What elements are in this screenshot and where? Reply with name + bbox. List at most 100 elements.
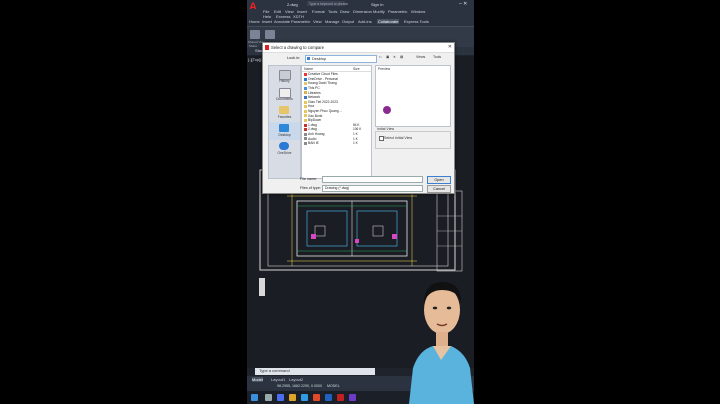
window-controls-icon[interactable]: – ✕ [459, 1, 467, 7]
menu-window[interactable]: Window [411, 9, 425, 14]
tab-express-tools[interactable]: Express Tools [404, 19, 429, 24]
libraries-icon [304, 91, 307, 95]
files-of-type-label: Files of type: [300, 186, 321, 190]
title-bar: A 2.dwg Type a keyword or phrase Sign In… [247, 0, 474, 13]
onedrive-icon [304, 77, 307, 81]
place-label: Documents [276, 97, 293, 101]
place-favorites[interactable]: Favorites [269, 104, 300, 122]
shared-view-icon[interactable] [250, 30, 260, 39]
tab-output[interactable]: Output [342, 19, 354, 24]
share-icon[interactable] [265, 30, 275, 39]
tab-manage[interactable]: Manage [325, 19, 339, 24]
place-documents[interactable]: Documents [269, 86, 300, 104]
presenter-video [409, 282, 474, 404]
open-button[interactable]: Open [427, 176, 451, 184]
look-in-select[interactable]: Desktop [305, 55, 377, 63]
desktop-icon [279, 124, 289, 132]
folder-icon [304, 109, 307, 113]
sign-in-link[interactable]: Sign In [371, 2, 383, 7]
chrome-icon[interactable] [313, 394, 320, 401]
place-desktop[interactable]: Desktop [269, 122, 300, 140]
place-history[interactable]: History [269, 68, 300, 86]
file-name-input[interactable] [322, 176, 423, 183]
menu-parametric[interactable]: Parametric [388, 9, 407, 14]
cancel-button[interactable]: Cancel [427, 185, 451, 193]
menu-draw[interactable]: Draw [340, 9, 349, 14]
preview-label: Preview [378, 67, 391, 71]
search-icon[interactable] [265, 394, 272, 401]
tab-layout2[interactable]: Layout2 [289, 377, 303, 382]
ribbon-tabs: Home Insert Annotate Parametric View Man… [247, 18, 474, 27]
tab-add-ins[interactable]: Add-ins [358, 19, 372, 24]
app-icon[interactable] [349, 394, 356, 401]
select-drawing-dialog: Select a drawing to compare ✕ Look in: D… [262, 42, 455, 194]
files-of-type-select[interactable]: Drawing (*.dwg) [322, 185, 423, 192]
tab-collaborate[interactable]: Collaborate [377, 19, 400, 24]
folder-icon [304, 114, 307, 118]
dialog-title-bar: Select a drawing to compare ✕ [263, 43, 454, 53]
shortcut-icon [304, 132, 307, 136]
file-list: Name Size Creative Cloud Files OneDrive … [301, 65, 372, 179]
back-icon[interactable]: ⇦ [379, 55, 382, 59]
menu-modify[interactable]: Modify [373, 9, 385, 14]
desktop-folder-icon [307, 57, 310, 60]
tab-parametric[interactable]: Parametric [291, 19, 310, 24]
tab-annotate[interactable]: Annotate [274, 19, 290, 24]
onedrive-icon [279, 142, 289, 150]
user-folder-icon [304, 82, 307, 86]
list-item[interactable]: BAN IE 1 K [302, 141, 366, 146]
column-size[interactable]: Size [353, 67, 360, 71]
menu-tools[interactable]: Tools [328, 9, 337, 14]
letterbox-right [474, 0, 720, 404]
letterbox-left [0, 0, 247, 404]
dwg-file-icon [304, 123, 307, 127]
search-box[interactable]: Type a keyword or phrase [307, 1, 349, 6]
autocad-window: A 2.dwg Type a keyword or phrase Sign In… [247, 0, 474, 404]
menu-dimension[interactable]: Dimension [353, 9, 372, 14]
dialog-title: Select a drawing to compare [271, 45, 325, 50]
shortcut-icon [304, 137, 307, 141]
up-folder-icon[interactable]: ▣ [386, 55, 389, 59]
column-name[interactable]: Name [304, 67, 313, 71]
tab-insert[interactable]: Insert [262, 19, 272, 24]
autocad-taskbar-icon[interactable] [337, 394, 344, 401]
favorites-icon [279, 106, 289, 114]
network-icon [304, 96, 307, 99]
place-label: History [279, 79, 290, 83]
word-icon[interactable] [325, 394, 332, 401]
start-icon[interactable] [251, 394, 258, 401]
search-placeholder: Type a keyword or phrase [309, 1, 349, 6]
place-onedrive[interactable]: OneDrive [269, 140, 300, 158]
status-coords: 98.2955, 1662.2290, 0.0000 [277, 384, 322, 388]
select-initial-view-label: Select Initial View [384, 135, 413, 140]
command-line[interactable]: Type a command [255, 368, 375, 375]
place-label: OneDrive [277, 151, 292, 155]
menu-format[interactable]: Format [312, 9, 325, 14]
creative-cloud-icon [304, 73, 307, 76]
mouse-cursor-icon [383, 106, 391, 114]
places-sidebar: History Documents Favorites Desktop OneD… [268, 65, 301, 179]
tab-layout1[interactable]: Layout1 [271, 377, 285, 382]
look-in-label: Look in: [287, 56, 301, 60]
task-view-icon[interactable] [277, 394, 284, 401]
dwg-file-icon [304, 128, 307, 132]
delete-icon[interactable]: ✕ [393, 55, 396, 59]
views-menu[interactable]: Views [416, 55, 425, 59]
close-icon[interactable]: ✕ [448, 44, 452, 50]
computer-icon [304, 86, 307, 90]
file-name-label: File name: [300, 177, 318, 181]
tab-home[interactable]: Home [249, 19, 260, 24]
tab-model[interactable]: Model [252, 377, 263, 382]
shortcut-icon [304, 142, 307, 145]
status-model[interactable]: MODEL [327, 384, 340, 388]
tab-view[interactable]: View [313, 19, 322, 24]
command-placeholder: Type a command [259, 368, 290, 373]
new-folder-icon[interactable]: ▤ [400, 55, 403, 59]
file-explorer-icon[interactable] [289, 394, 296, 401]
tools-menu[interactable]: Tools [433, 55, 441, 59]
edge-icon[interactable] [301, 394, 308, 401]
dialog-autocad-icon [265, 44, 269, 50]
place-label: Desktop [278, 133, 291, 137]
menu-bar: File Edit View Insert Format Tools Draw … [247, 9, 474, 19]
initial-view-group [375, 131, 451, 149]
